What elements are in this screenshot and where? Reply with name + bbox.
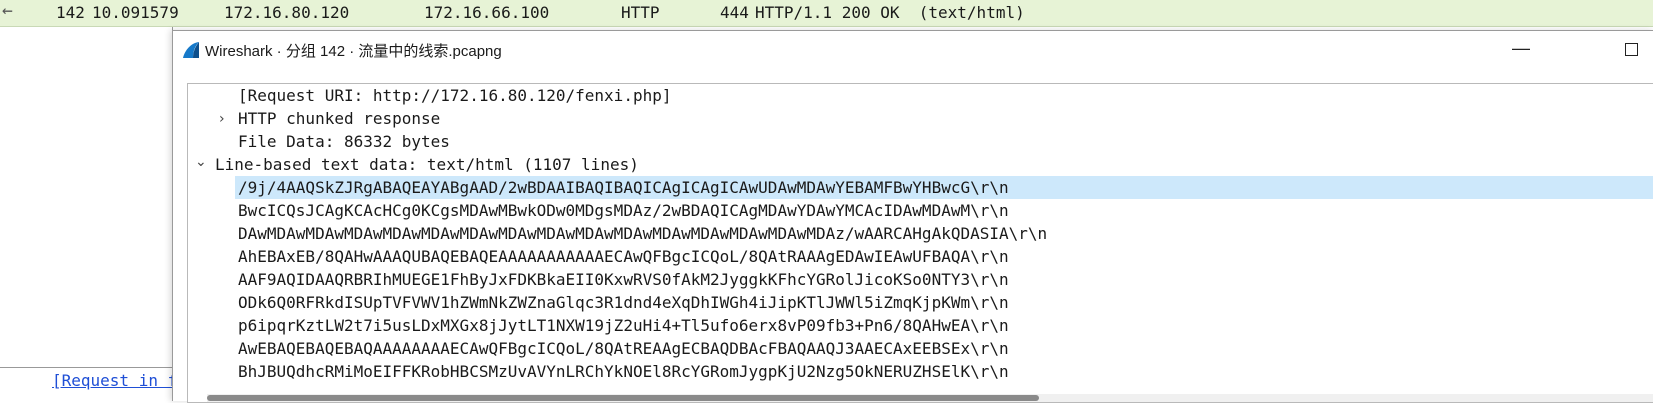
data-line[interactable]: AwEBAQEBAQEBAQAAAAAAAAECAwQFBgcICQoL/8QA… bbox=[238, 337, 1009, 360]
data-line-selected[interactable]: /9j/4AAQSkZJRgABAQEAYABgAAD/2wBDAAIBAQIB… bbox=[235, 176, 1653, 199]
data-line[interactable]: BhJBUQdhcRMiMoEIFFKRobHBCSMzUvAVYnLRChYk… bbox=[238, 360, 1009, 383]
minimize-icon: — bbox=[1512, 38, 1530, 58]
data-line[interactable]: AhEBAxEB/8QAHwAAAQUBAQEBAQEAAAAAAAAAAAEC… bbox=[238, 245, 1009, 268]
dialog-titlebar[interactable]: Wireshark · 分组 142 · 流量中的线索.pcapng — bbox=[173, 31, 1653, 69]
maximize-icon bbox=[1624, 43, 1638, 56]
maximize-button[interactable] bbox=[1608, 37, 1653, 63]
tree-item-file-data[interactable]: File Data: 86332 bytes bbox=[238, 130, 450, 153]
packet-length: 444 bbox=[720, 3, 749, 22]
data-line[interactable]: ODk6Q0RFRkdISUpTVFVWV1hZWmNkZWZnaGlqc3R1… bbox=[238, 291, 1009, 314]
packet-details-pane-background bbox=[0, 27, 173, 367]
data-line[interactable]: DAwMDAwMDAwMDAwMDAwMDAwMDAwMDAwMDAwMDAwM… bbox=[238, 222, 1047, 245]
tree-item-request-uri[interactable]: [Request URI: http://172.16.80.120/fenxi… bbox=[238, 84, 671, 107]
response-arrow-icon: ← bbox=[2, 0, 13, 21]
packet-detail-tree[interactable]: [Request URI: http://172.16.80.120/fenxi… bbox=[187, 83, 1653, 403]
data-line[interactable]: AAF9AQIDAAQRBRIhMUEGE1FhByJxFDKBkaEII0Kx… bbox=[238, 268, 1009, 291]
data-line[interactable]: p6ipqrKztLW2t7i5usLDxMXGx8jJytLT1NXW19jZ… bbox=[238, 314, 1009, 337]
packet-time: 10.091579 bbox=[92, 3, 179, 22]
minimize-button[interactable]: — bbox=[1498, 37, 1544, 63]
packet-protocol: HTTP bbox=[621, 3, 660, 22]
packet-dialog-window: Wireshark · 分组 142 · 流量中的线索.pcapng — [Re… bbox=[172, 30, 1653, 403]
chevron-down-icon[interactable]: ⌄ bbox=[195, 154, 207, 170]
packet-number: 142 bbox=[56, 3, 85, 22]
horizontal-scrollbar[interactable] bbox=[207, 394, 1653, 402]
tree-item-line-based-text[interactable]: Line-based text data: text/html (1107 li… bbox=[215, 153, 639, 176]
wireshark-fin-icon bbox=[183, 42, 199, 58]
packet-info: HTTP/1.1 200 OK (text/html) bbox=[755, 3, 1025, 22]
scrollbar-thumb[interactable] bbox=[207, 395, 1039, 401]
chevron-right-icon[interactable]: › bbox=[219, 111, 225, 127]
dialog-title: Wireshark · 分组 142 · 流量中的线索.pcapng bbox=[205, 43, 502, 60]
data-line[interactable]: BwcICQsJCAgKCAcHCg0KCgsMDAwMBwkODw0MDgsM… bbox=[238, 199, 1009, 222]
packet-destination: 172.16.66.100 bbox=[424, 3, 550, 22]
packet-source: 172.16.80.120 bbox=[224, 3, 350, 22]
packet-list-row[interactable]: ← 142 10.091579 172.16.80.120 172.16.66.… bbox=[0, 0, 1653, 27]
tree-item-chunked-response[interactable]: HTTP chunked response bbox=[238, 107, 440, 130]
request-in-frame-link[interactable]: [Request in f bbox=[52, 371, 177, 390]
